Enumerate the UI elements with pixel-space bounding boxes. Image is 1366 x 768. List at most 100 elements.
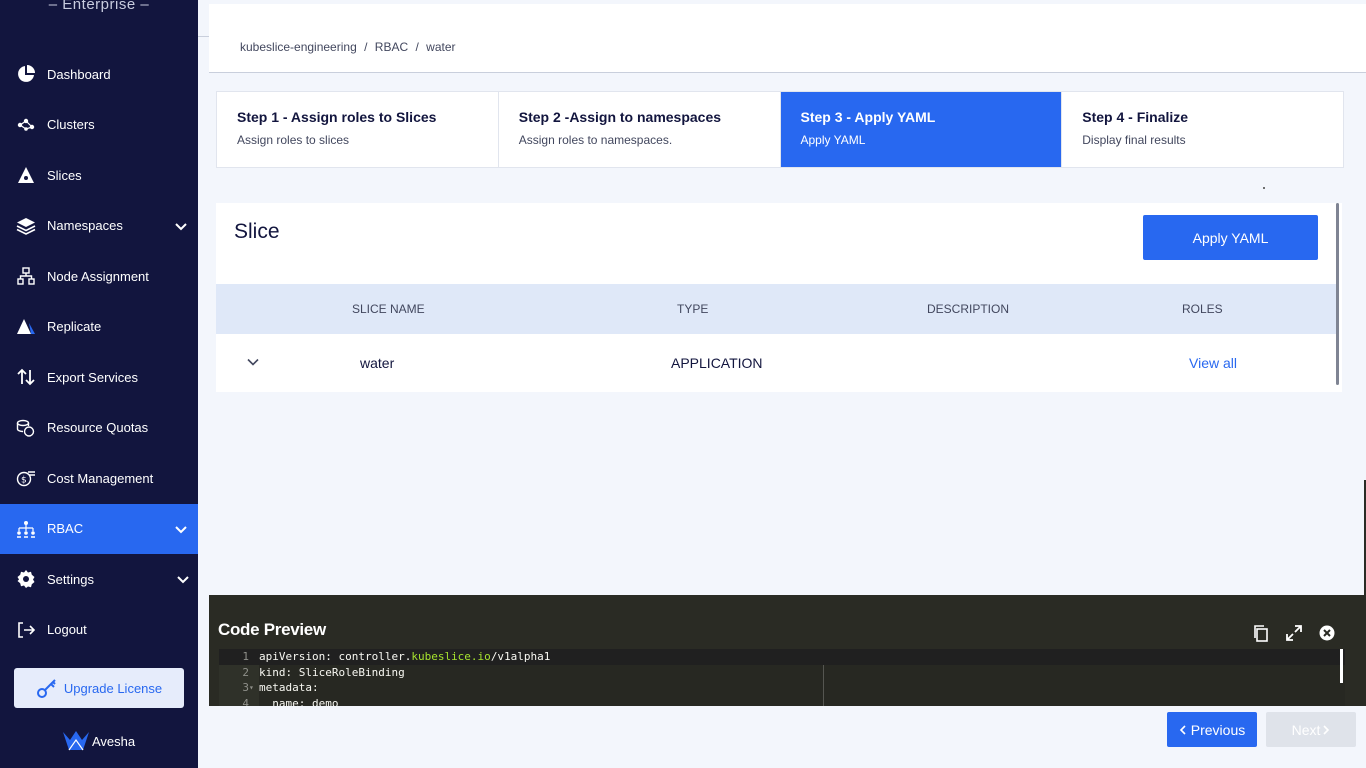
- sidebar-item-label: Node Assignment: [47, 268, 149, 284]
- line-number: 3: [242, 681, 249, 694]
- line-text: metadata:: [259, 681, 319, 694]
- breadcrumb-separator: /: [415, 40, 419, 54]
- key-icon: [36, 677, 58, 699]
- avesha-logo: Avesha: [62, 730, 135, 752]
- line-text: name: demo: [259, 696, 339, 707]
- breadcrumb-current: water: [426, 40, 456, 54]
- line-text-prefix: apiVersion: controller.: [259, 650, 412, 663]
- step-title: Step 3 - Apply YAML: [800, 109, 936, 125]
- sidebar-item-dashboard[interactable]: Dashboard: [0, 49, 198, 100]
- code-preview-toolbar: [1252, 624, 1336, 642]
- view-all-roles-link[interactable]: View all: [1189, 355, 1237, 371]
- breadcrumb-separator: /: [364, 40, 368, 54]
- step-title: Step 1 - Assign roles to Slices: [237, 109, 437, 125]
- sidebar-item-replicate[interactable]: Replicate: [0, 302, 198, 353]
- sidebar-item-label: Export Services: [47, 369, 139, 385]
- code-line: 3 ▾ metadata:: [219, 680, 1345, 696]
- step-subtitle: Assign roles to namespaces.: [518, 133, 673, 147]
- svg-text:$: $: [21, 476, 27, 486]
- sidebar-item-clusters[interactable]: Clusters: [0, 100, 198, 151]
- sidebar-item-namespaces[interactable]: Namespaces: [0, 201, 198, 252]
- sidebar: – Enterprise – Dashboard Clusters Slices…: [0, 0, 198, 768]
- apply-yaml-button[interactable]: Apply YAML: [1143, 215, 1318, 260]
- next-label: Next: [1291, 721, 1321, 738]
- step-subtitle: Display final results: [1082, 133, 1186, 147]
- pie-chart-icon: [16, 64, 36, 84]
- expand-icon[interactable]: [1285, 624, 1303, 642]
- breadcrumb-rbac[interactable]: RBAC: [375, 40, 408, 54]
- card-scrollbar[interactable]: [1336, 203, 1339, 385]
- sidebar-item-label: Settings: [47, 571, 94, 587]
- sidebar-item-node-assignment[interactable]: Node Assignment: [0, 251, 198, 302]
- sidebar-item-label: Namespaces: [47, 218, 123, 234]
- sidebar-item-cost-management[interactable]: $ Cost Management: [0, 453, 198, 504]
- layers-icon: [16, 216, 36, 236]
- chevron-down-icon[interactable]: [176, 572, 190, 586]
- brand-subtitle: – Enterprise –: [48, 0, 150, 13]
- stepper: Step 1 - Assign roles to Slices Assign r…: [216, 91, 1344, 168]
- step-2[interactable]: Step 2 -Assign to namespaces Assign role…: [499, 92, 781, 167]
- column-roles: ROLES: [1182, 302, 1223, 316]
- breadcrumb-workspace[interactable]: kubeslice-engineering: [240, 40, 357, 54]
- code-line: 1 apiVersion: controller.kubeslice.io/v1…: [219, 649, 1345, 665]
- sidebar-item-label: Cost Management: [47, 470, 154, 486]
- copy-icon[interactable]: [1252, 624, 1270, 642]
- arrows-up-down-icon: [16, 367, 36, 387]
- step-1[interactable]: Step 1 - Assign roles to Slices Assign r…: [217, 92, 499, 167]
- column-description: DESCRIPTION: [927, 302, 1010, 316]
- node-tree-icon: [16, 266, 36, 286]
- sidebar-item-logout[interactable]: Logout: [0, 605, 198, 656]
- step-4[interactable]: Step 4 - Finalize Display final results: [1062, 92, 1343, 167]
- sidebar-item-slices[interactable]: Slices: [0, 150, 198, 201]
- chevron-down-icon[interactable]: [174, 522, 188, 536]
- line-text: kind: SliceRoleBinding: [259, 665, 405, 679]
- sidebar-item-export-services[interactable]: Export Services: [0, 352, 198, 403]
- slice-card: Slice Apply YAML SLICE NAME TYPE DESCRIP…: [216, 203, 1342, 392]
- code-scrollbar[interactable]: [1340, 649, 1343, 683]
- column-slice-name: SLICE NAME: [352, 302, 425, 316]
- previous-button[interactable]: Previous: [1167, 712, 1257, 747]
- logout-icon: [16, 620, 36, 640]
- line-number: 1: [242, 650, 249, 663]
- money-icon: $: [16, 468, 36, 488]
- sidebar-item-label: Replicate: [47, 319, 102, 335]
- sidebar-item-label: Clusters: [47, 117, 95, 133]
- code-preview-panel: Code Preview 1 apiVersion: controller.ku…: [209, 595, 1366, 706]
- avesha-crown-icon: [63, 731, 89, 751]
- upgrade-license-button[interactable]: Upgrade License: [14, 668, 184, 708]
- line-number: 2: [242, 665, 249, 679]
- sidebar-item-label: Slices: [47, 167, 82, 183]
- step-3[interactable]: Step 3 - Apply YAML Apply YAML: [780, 92, 1063, 167]
- step-title: Step 2 -Assign to namespaces: [518, 109, 722, 125]
- header-divider: [198, 36, 209, 37]
- fold-arrow-icon[interactable]: ▾: [249, 680, 254, 696]
- code-line: 2 kind: SliceRoleBinding: [219, 665, 1345, 681]
- slice-name-cell: water: [360, 355, 395, 371]
- line-text-highlight: kubeslice.io: [411, 650, 491, 663]
- table-header: SLICE NAME TYPE DESCRIPTION ROLES: [216, 284, 1337, 334]
- avesha-wordmark: Avesha: [92, 733, 136, 749]
- chevron-down-icon[interactable]: [174, 219, 188, 233]
- breadcrumb: kubeslice-engineering / RBAC / water: [240, 40, 456, 54]
- code-editor[interactable]: 1 apiVersion: controller.kubeslice.io/v1…: [219, 649, 1345, 706]
- code-preview-title: Code Preview: [218, 620, 326, 639]
- coins-icon: [16, 418, 36, 438]
- step-title: Step 4 - Finalize: [1082, 109, 1189, 125]
- close-icon[interactable]: [1318, 624, 1336, 642]
- rbac-icon: [16, 519, 36, 539]
- sidebar-item-rbac[interactable]: RBAC: [0, 503, 198, 554]
- sidebar-item-label: RBAC: [47, 521, 84, 537]
- sidebar-item-resource-quotas[interactable]: Resource Quotas: [0, 403, 198, 454]
- table-row: water APPLICATION View all: [216, 334, 1337, 392]
- step-subtitle: Assign roles to slices: [237, 133, 350, 147]
- sidebar-item-label: Dashboard: [47, 66, 111, 82]
- upgrade-license-label: Upgrade License: [63, 680, 163, 696]
- sidebar-item-settings[interactable]: Settings: [0, 554, 198, 605]
- clusters-icon: [16, 115, 36, 135]
- expand-row-chevron-icon[interactable]: [246, 355, 260, 372]
- page-header: kubeslice-engineering / RBAC / water: [209, 4, 1366, 73]
- card-title: Slice: [234, 220, 280, 243]
- slices-icon: [16, 165, 36, 185]
- column-type: TYPE: [677, 302, 709, 316]
- next-button[interactable]: Next: [1266, 712, 1356, 747]
